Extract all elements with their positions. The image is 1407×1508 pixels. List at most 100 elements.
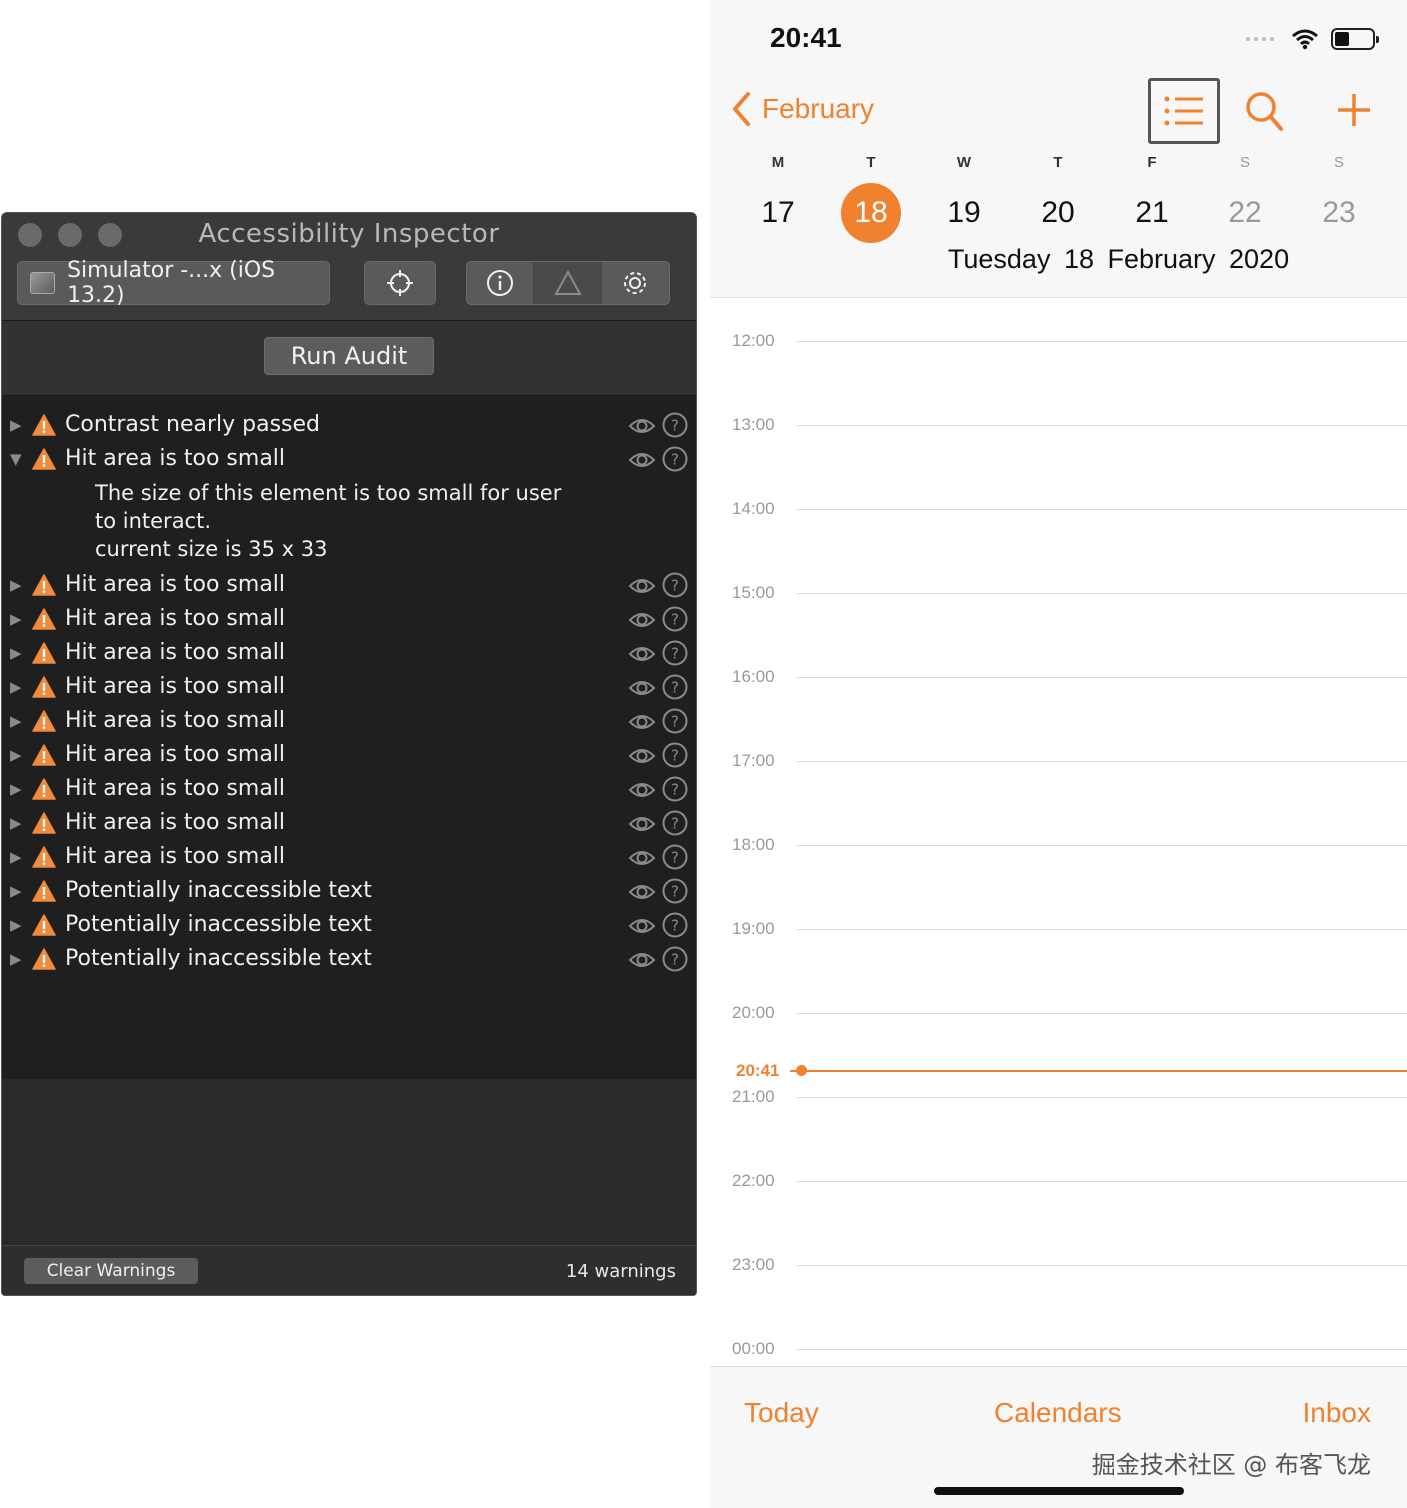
audit-tab-button[interactable] — [534, 262, 602, 304]
inspection-pointer-button[interactable] — [364, 261, 436, 305]
help-icon[interactable]: ? — [662, 878, 688, 904]
help-icon[interactable]: ? — [662, 844, 688, 870]
today-button[interactable]: Today — [744, 1397, 819, 1429]
hour-row[interactable]: 00:00 — [710, 1339, 1407, 1359]
day-button[interactable]: 21 — [1122, 188, 1182, 238]
hour-row[interactable]: 18:00 — [710, 835, 1407, 855]
warning-row[interactable]: ▼ Hit area is too small? — [2, 443, 696, 477]
selected-day-button[interactable]: 18 — [841, 183, 901, 243]
window-title: Accessibility Inspector — [198, 219, 500, 249]
warning-row[interactable]: ▶ Hit area is too small? — [2, 603, 696, 637]
disclosure-closed-icon[interactable]: ▶ — [10, 780, 22, 798]
hour-row[interactable]: 13:00 — [710, 415, 1407, 435]
disclosure-closed-icon[interactable]: ▶ — [10, 712, 22, 730]
plus-icon[interactable] — [1336, 90, 1372, 130]
disclosure-closed-icon[interactable]: ▶ — [10, 416, 22, 434]
help-icon[interactable]: ? — [662, 708, 688, 734]
hour-row[interactable]: 22:00 — [710, 1171, 1407, 1191]
hour-row[interactable]: 21:00 — [710, 1087, 1407, 1107]
warning-row[interactable]: ▶ Hit area is too small? — [2, 671, 696, 705]
disclosure-closed-icon[interactable]: ▶ — [10, 916, 22, 934]
help-icon[interactable]: ? — [662, 946, 688, 972]
eye-icon[interactable] — [628, 915, 656, 937]
eye-icon[interactable] — [628, 449, 656, 471]
warning-row[interactable]: ▶ Hit area is too small? — [2, 637, 696, 671]
warning-row[interactable]: ▶ Potentially inaccessible text? — [2, 875, 696, 909]
inspector-tab-button[interactable] — [467, 262, 535, 304]
warning-row[interactable]: ▶ Hit area is too small? — [2, 841, 696, 875]
hour-row[interactable]: 15:00 — [710, 583, 1407, 603]
home-indicator[interactable] — [934, 1487, 1184, 1495]
help-icon[interactable]: ? — [662, 606, 688, 632]
hour-divider — [796, 509, 1407, 510]
disclosure-closed-icon[interactable]: ▶ — [10, 814, 22, 832]
back-to-month-button[interactable]: February — [730, 90, 874, 128]
eye-icon[interactable] — [628, 847, 656, 869]
disclosure-closed-icon[interactable]: ▶ — [10, 950, 22, 968]
eye-icon[interactable] — [628, 881, 656, 903]
day-button[interactable]: 17 — [748, 188, 808, 238]
hour-row[interactable]: 14:00 — [710, 499, 1407, 519]
hour-label: 18:00 — [732, 835, 775, 854]
day-button[interactable]: 23 — [1309, 188, 1369, 238]
settings-tab-button[interactable] — [602, 262, 669, 304]
run-audit-button[interactable]: Run Audit — [264, 337, 434, 375]
hour-divider — [796, 341, 1407, 342]
disclosure-closed-icon[interactable]: ▶ — [10, 882, 22, 900]
disclosure-open-icon[interactable]: ▼ — [10, 450, 22, 468]
clear-warnings-button[interactable]: Clear Warnings — [24, 1258, 198, 1284]
disclosure-closed-icon[interactable]: ▶ — [10, 848, 22, 866]
hour-row[interactable]: 19:00 — [710, 919, 1407, 939]
weekday-label: S — [1333, 154, 1344, 171]
warning-row[interactable]: ▶ Contrast nearly passed? — [2, 409, 696, 443]
hour-row[interactable]: 20:00 — [710, 1003, 1407, 1023]
help-icon[interactable]: ? — [662, 776, 688, 802]
warning-row[interactable]: ▶ Hit area is too small? — [2, 807, 696, 841]
svg-text:?: ? — [671, 645, 679, 663]
eye-icon[interactable] — [628, 745, 656, 767]
eye-icon[interactable] — [628, 677, 656, 699]
eye-icon[interactable] — [628, 415, 656, 437]
disclosure-closed-icon[interactable]: ▶ — [10, 610, 22, 628]
search-icon[interactable] — [1244, 90, 1284, 134]
disclosure-closed-icon[interactable]: ▶ — [10, 746, 22, 764]
eye-icon[interactable] — [628, 949, 656, 971]
help-icon[interactable]: ? — [662, 412, 688, 438]
warning-row[interactable]: ▶ Potentially inaccessible text? — [2, 909, 696, 943]
hour-row[interactable]: 17:00 — [710, 751, 1407, 771]
hour-divider — [796, 1097, 1407, 1098]
list-view-button[interactable] — [1148, 78, 1220, 144]
warning-row[interactable]: ▶ Hit area is too small? — [2, 705, 696, 739]
eye-icon[interactable] — [628, 575, 656, 597]
eye-icon[interactable] — [628, 779, 656, 801]
help-icon[interactable]: ? — [662, 742, 688, 768]
day-button[interactable]: 20 — [1028, 188, 1088, 238]
eye-icon[interactable] — [628, 609, 656, 631]
help-icon[interactable]: ? — [662, 674, 688, 700]
disclosure-closed-icon[interactable]: ▶ — [10, 644, 22, 662]
hour-row[interactable]: 16:00 — [710, 667, 1407, 687]
calendars-button[interactable]: Calendars — [994, 1397, 1122, 1429]
hour-divider — [796, 1013, 1407, 1014]
help-icon[interactable]: ? — [662, 446, 688, 472]
eye-icon[interactable] — [628, 813, 656, 835]
help-icon[interactable]: ? — [662, 640, 688, 666]
disclosure-closed-icon[interactable]: ▶ — [10, 576, 22, 594]
weekday-label: S — [1239, 154, 1250, 171]
warning-row[interactable]: ▶ Potentially inaccessible text? — [2, 943, 696, 977]
help-icon[interactable]: ? — [662, 810, 688, 836]
warning-row[interactable]: ▶ Hit area is too small? — [2, 569, 696, 603]
help-icon[interactable]: ? — [662, 572, 688, 598]
warning-row[interactable]: ▶ Hit area is too small? — [2, 773, 696, 807]
hour-row[interactable]: 12:00 — [710, 331, 1407, 351]
day-button[interactable]: 22 — [1215, 188, 1275, 238]
day-button[interactable]: 19 — [934, 188, 994, 238]
inbox-button[interactable]: Inbox — [1303, 1397, 1372, 1429]
warning-row[interactable]: ▶ Hit area is too small? — [2, 739, 696, 773]
eye-icon[interactable] — [628, 643, 656, 665]
help-icon[interactable]: ? — [662, 912, 688, 938]
target-chooser-button[interactable]: Simulator -...x (iOS 13.2) — [17, 258, 330, 308]
disclosure-closed-icon[interactable]: ▶ — [10, 678, 22, 696]
eye-icon[interactable] — [628, 711, 656, 733]
hour-row[interactable]: 23:00 — [710, 1255, 1407, 1275]
